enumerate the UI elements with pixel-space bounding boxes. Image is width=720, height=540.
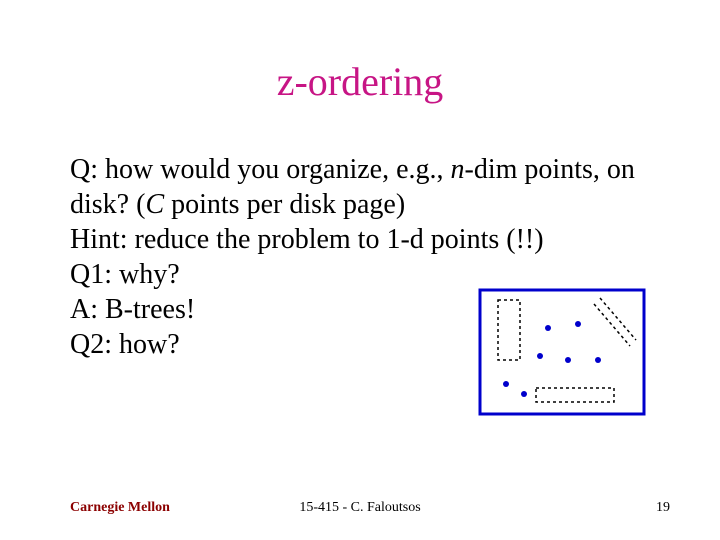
- diagram-box: [478, 288, 646, 416]
- data-point: [575, 321, 581, 327]
- diagram-border: [480, 290, 644, 414]
- data-point: [537, 353, 543, 359]
- dashed-rect-vertical: [498, 300, 520, 360]
- slide: z-ordering Q: how would you organize, e.…: [0, 0, 720, 540]
- q-text-3: points per disk page): [164, 189, 405, 220]
- data-point: [595, 357, 601, 363]
- dashed-rect-horizontal: [536, 388, 614, 402]
- hint-line: Hint: reduce the problem to 1-d points (…: [70, 222, 670, 257]
- q-text-1: Q: how would you organize, e.g.,: [70, 154, 451, 185]
- dashed-line-diagonal-2: [600, 298, 636, 340]
- footer-center: 15-415 - C. Faloutsos: [0, 500, 720, 516]
- data-point: [521, 391, 527, 397]
- q-c: C: [145, 189, 164, 220]
- data-point: [545, 325, 551, 331]
- slide-title: z-ordering: [0, 58, 720, 105]
- data-point: [503, 381, 509, 387]
- footer-right: 19: [656, 500, 670, 516]
- q1-line: Q1: why?: [70, 257, 670, 292]
- data-point: [565, 357, 571, 363]
- dashed-line-diagonal-1: [594, 304, 630, 346]
- question-line: Q: how would you organize, e.g., n-dim p…: [70, 152, 670, 222]
- q-n: n: [451, 154, 465, 185]
